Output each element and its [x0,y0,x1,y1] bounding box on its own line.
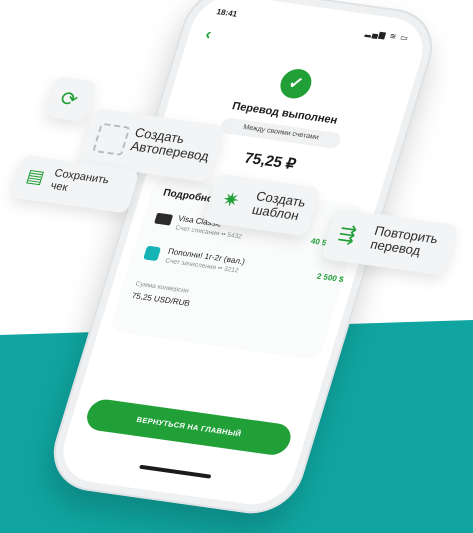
refresh-icon: ⟳ [57,87,81,112]
template-icon: ✷ [219,188,243,213]
return-home-button[interactable]: ВЕРНУТЬСЯ НА ГЛАВНЫЙ [83,397,295,457]
back-arrow-icon[interactable]: ‹ [203,26,213,44]
save-receipt-label: Сохранить чек [48,167,111,194]
repeat-transfer-label: Повторить перевод [368,223,441,259]
signal-icon: ▂▄▆ ≋ ▭ [364,28,411,43]
home-indicator [138,464,212,479]
target-account-balance: 2 500 $ [315,271,345,285]
repeat-icon: ⇶ [335,223,359,247]
status-bar: 18:41 ▂▄▆ ≋ ▭ [215,7,411,46]
deposit-icon [143,245,162,262]
create-autotransfer-label: Создать Автоперевод [128,124,211,164]
status-time: 18:41 [215,7,239,19]
autotransfer-placeholder-icon [92,122,131,156]
create-template-label: Создать шаблон [250,188,308,223]
receipt-icon: ▤ [24,165,47,188]
card-icon [154,212,174,226]
success-check-icon: ✓ [276,67,316,101]
